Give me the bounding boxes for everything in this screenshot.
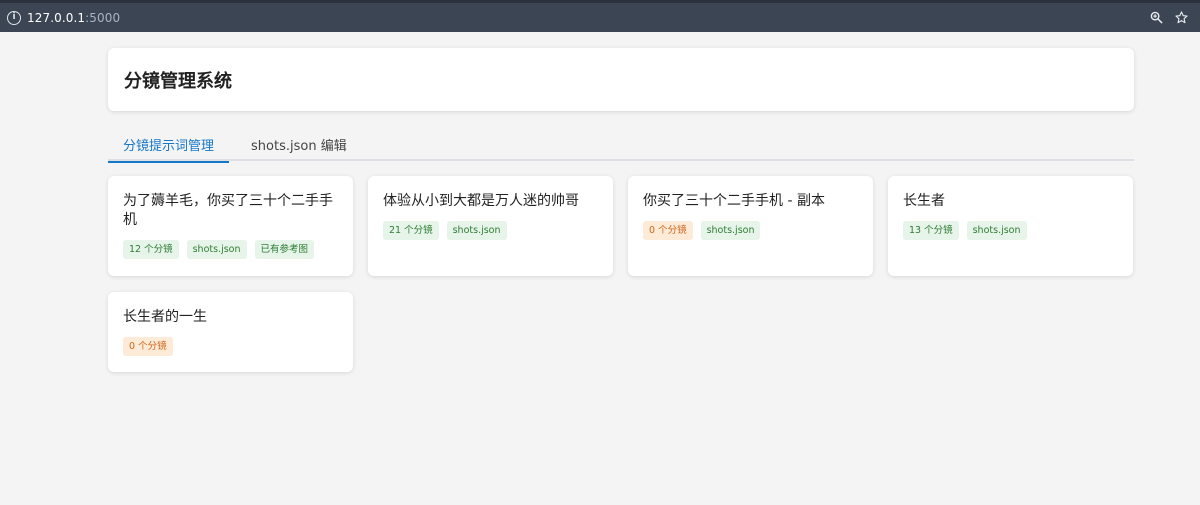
info-icon[interactable]: i [7, 10, 21, 25]
shots-json-badge: shots.json [700, 221, 761, 240]
tag-list: 0 个分镜 shots.json [643, 221, 858, 240]
shot-count-badge: 0 个分镜 [643, 221, 693, 240]
tab-bar: 分镜提示词管理 shots.json 编辑 [108, 135, 1134, 163]
project-title: 你买了三十个二手手机 - 副本 [643, 193, 825, 209]
page-title: 分镜管理系统 [124, 70, 232, 92]
url-port: :5000 [85, 10, 121, 25]
zoom-icon[interactable] [1150, 11, 1163, 24]
project-card[interactable]: 长生者的一生 0 个分镜 [108, 292, 353, 372]
tag-list: 0 个分镜 [123, 337, 338, 356]
tag-list: 12 个分镜 shots.json 已有参考图 [123, 240, 338, 259]
tab-prompt-management[interactable]: 分镜提示词管理 [108, 135, 230, 163]
shots-json-badge: shots.json [186, 240, 247, 259]
browser-actions [1150, 11, 1188, 24]
shots-json-badge: shots.json [966, 221, 1027, 240]
star-icon[interactable] [1175, 11, 1188, 24]
shot-count-badge: 12 个分镜 [123, 240, 179, 259]
project-grid: 为了薅羊毛，你买了三十个二手手机 12 个分镜 shots.json 已有参考图… [108, 176, 1134, 372]
project-card[interactable]: 长生者 13 个分镜 shots.json [888, 176, 1133, 276]
project-card[interactable]: 体验从小到大都是万人迷的帅哥 21 个分镜 shots.json [368, 176, 613, 276]
browser-address-bar: i 127.0.0.1:5000 [0, 0, 1200, 32]
project-title: 为了薅羊毛，你买了三十个二手手机 [123, 193, 333, 228]
shot-count-badge: 0 个分镜 [123, 337, 173, 356]
project-card[interactable]: 为了薅羊毛，你买了三十个二手手机 12 个分镜 shots.json 已有参考图 [108, 176, 353, 276]
project-title: 长生者 [903, 193, 945, 209]
url-field[interactable]: 127.0.0.1:5000 [27, 11, 120, 25]
project-title: 长生者的一生 [123, 309, 207, 325]
reference-image-badge: 已有参考图 [254, 240, 315, 259]
project-card[interactable]: 你买了三十个二手手机 - 副本 0 个分镜 shots.json [628, 176, 873, 276]
shots-json-badge: shots.json [446, 221, 507, 240]
main-container: 分镜管理系统 分镜提示词管理 shots.json 编辑 为了薅羊毛，你买了三十… [108, 48, 1134, 372]
url-host: 127.0.0.1 [27, 10, 86, 25]
tag-list: 21 个分镜 shots.json [383, 221, 598, 240]
shot-count-badge: 21 个分镜 [383, 221, 439, 240]
tag-list: 13 个分镜 shots.json [903, 221, 1118, 240]
project-title: 体验从小到大都是万人迷的帅哥 [383, 193, 579, 209]
tab-shots-json-edit[interactable]: shots.json 编辑 [236, 135, 362, 161]
header-card: 分镜管理系统 [108, 48, 1134, 111]
shot-count-badge: 13 个分镜 [903, 221, 959, 240]
